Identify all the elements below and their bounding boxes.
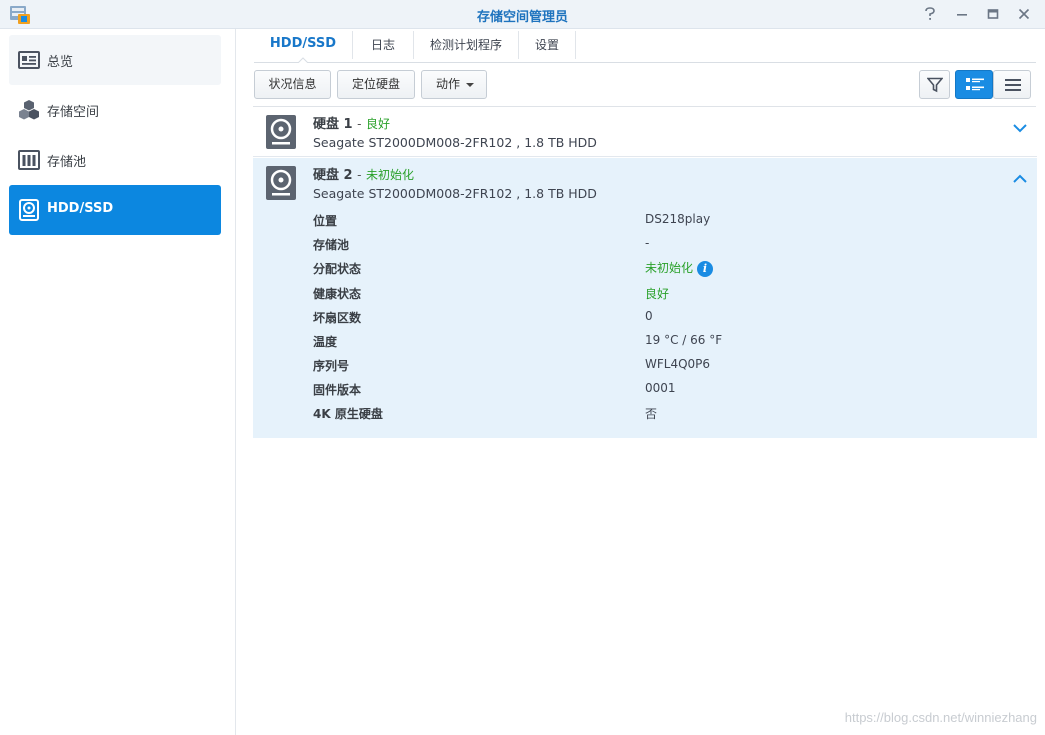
filter-icon xyxy=(927,77,943,93)
detail-value-firmware-version: 0001 xyxy=(645,381,676,395)
maximize-button[interactable] xyxy=(982,4,1004,24)
storage-pool-icon xyxy=(18,150,40,170)
status-info-button[interactable]: 状况信息 xyxy=(254,70,331,99)
detail-label-health-status: 健康状态 xyxy=(313,287,362,301)
cubes-icon xyxy=(19,100,39,120)
detail-value-4k-native: 否 xyxy=(645,407,658,421)
filter-button[interactable] xyxy=(919,70,950,99)
detail-label-temperature: 温度 xyxy=(313,335,338,349)
maximize-icon xyxy=(987,9,999,19)
tab-bar: HDD/SSD 日志 检测计划程序 设置 xyxy=(254,29,1036,63)
sidebar-item-volume[interactable]: 存储空间 xyxy=(9,85,221,135)
close-button[interactable] xyxy=(1013,4,1035,24)
tab-settings[interactable]: 设置 xyxy=(519,36,575,56)
disk-title: 硬盘 2 - 未初始化 xyxy=(313,164,414,183)
tab-log[interactable]: 日志 xyxy=(353,36,413,56)
disk-status: 未初始化 xyxy=(365,168,414,182)
tab-separator xyxy=(575,31,576,59)
sidebar-item-label: 总览 xyxy=(47,55,74,70)
chevron-up-icon[interactable] xyxy=(1013,174,1027,184)
detail-view-button[interactable] xyxy=(955,70,993,99)
detail-value-bad-sectors: 0 xyxy=(645,309,653,323)
disk-name: 硬盘 1 xyxy=(313,117,353,132)
sidebar-item-overview[interactable]: 总览 xyxy=(9,35,221,85)
list-icon xyxy=(1005,79,1021,91)
detail-label-bad-sectors: 坏扇区数 xyxy=(313,311,362,325)
detail-label-location: 位置 xyxy=(313,214,338,228)
active-tab-caret-icon xyxy=(298,57,308,63)
disk-model: Seagate ST2000DM008-2FR102 , 1.8 TB HDD xyxy=(313,186,597,201)
disk-row-2[interactable]: 硬盘 2 - 未初始化 Seagate ST2000DM008-2FR102 ,… xyxy=(253,158,1037,438)
hdd-icon xyxy=(19,199,39,221)
detail-value-serial-number: WFL4Q0P6 xyxy=(645,357,711,371)
disk-status: 良好 xyxy=(365,117,390,131)
detail-value-location: DS218play xyxy=(645,212,711,226)
title-bar: 存储空间管理员 xyxy=(0,0,1045,29)
disk-separator: - xyxy=(357,168,362,182)
chevron-down-icon[interactable] xyxy=(1013,123,1027,133)
minimize-icon xyxy=(957,14,967,16)
list-view-button[interactable] xyxy=(993,70,1031,99)
watermark: https://blog.csdn.net/winniezhang xyxy=(844,710,1037,725)
tab-test-scheduler[interactable]: 检测计划程序 xyxy=(414,36,518,56)
help-icon xyxy=(925,7,935,20)
sidebar: 总览 存储空间 存储池 HDD/SSD xyxy=(0,29,236,735)
disk-model: Seagate ST2000DM008-2FR102 , 1.8 TB HDD xyxy=(313,135,597,150)
disk-row-1[interactable]: 硬盘 1 - 良好 Seagate ST2000DM008-2FR102 , 1… xyxy=(253,107,1037,157)
detail-label-4k-native: 4K 原生硬盘 xyxy=(313,407,383,421)
detail-label-storage-pool: 存储池 xyxy=(313,238,350,252)
hard-disk-icon xyxy=(266,115,296,149)
overview-icon xyxy=(18,51,40,69)
sidebar-item-storage-pool[interactable]: 存储池 xyxy=(9,135,221,185)
info-icon[interactable]: i xyxy=(697,260,714,277)
action-button-label: 动作 xyxy=(436,77,461,91)
hard-disk-icon xyxy=(266,166,296,200)
detail-value-storage-pool: - xyxy=(645,236,650,250)
window-title: 存储空间管理员 xyxy=(476,10,568,25)
sidebar-item-label: 存储池 xyxy=(47,155,87,170)
action-dropdown-button[interactable]: 动作 xyxy=(421,70,487,99)
detail-label-firmware-version: 固件版本 xyxy=(313,383,362,397)
detail-value-allocation-status: 未初始化 i xyxy=(645,259,714,277)
tab-hdd-ssd[interactable]: HDD/SSD xyxy=(254,36,352,56)
allocation-status-text: 未初始化 xyxy=(645,261,694,275)
close-icon xyxy=(1018,8,1030,20)
sidebar-item-label: HDD/SSD xyxy=(47,201,114,216)
sidebar-item-hdd-ssd[interactable]: HDD/SSD xyxy=(9,185,221,235)
disk-name: 硬盘 2 xyxy=(313,168,353,183)
detail-label-allocation-status: 分配状态 xyxy=(313,262,362,276)
chevron-down-icon xyxy=(466,83,474,87)
detail-label-serial-number: 序列号 xyxy=(313,359,350,373)
disk-separator: - xyxy=(357,117,362,131)
detail-value-health-status: 良好 xyxy=(645,287,670,301)
detail-value-temperature: 19 °C / 66 °F xyxy=(645,333,723,347)
sidebar-item-label: 存储空间 xyxy=(47,105,100,120)
detail-list-icon xyxy=(966,78,984,91)
help-button[interactable] xyxy=(919,4,941,24)
minimize-button[interactable] xyxy=(951,4,973,24)
locate-disk-button[interactable]: 定位硬盘 xyxy=(337,70,415,99)
disk-title: 硬盘 1 - 良好 xyxy=(313,113,390,132)
